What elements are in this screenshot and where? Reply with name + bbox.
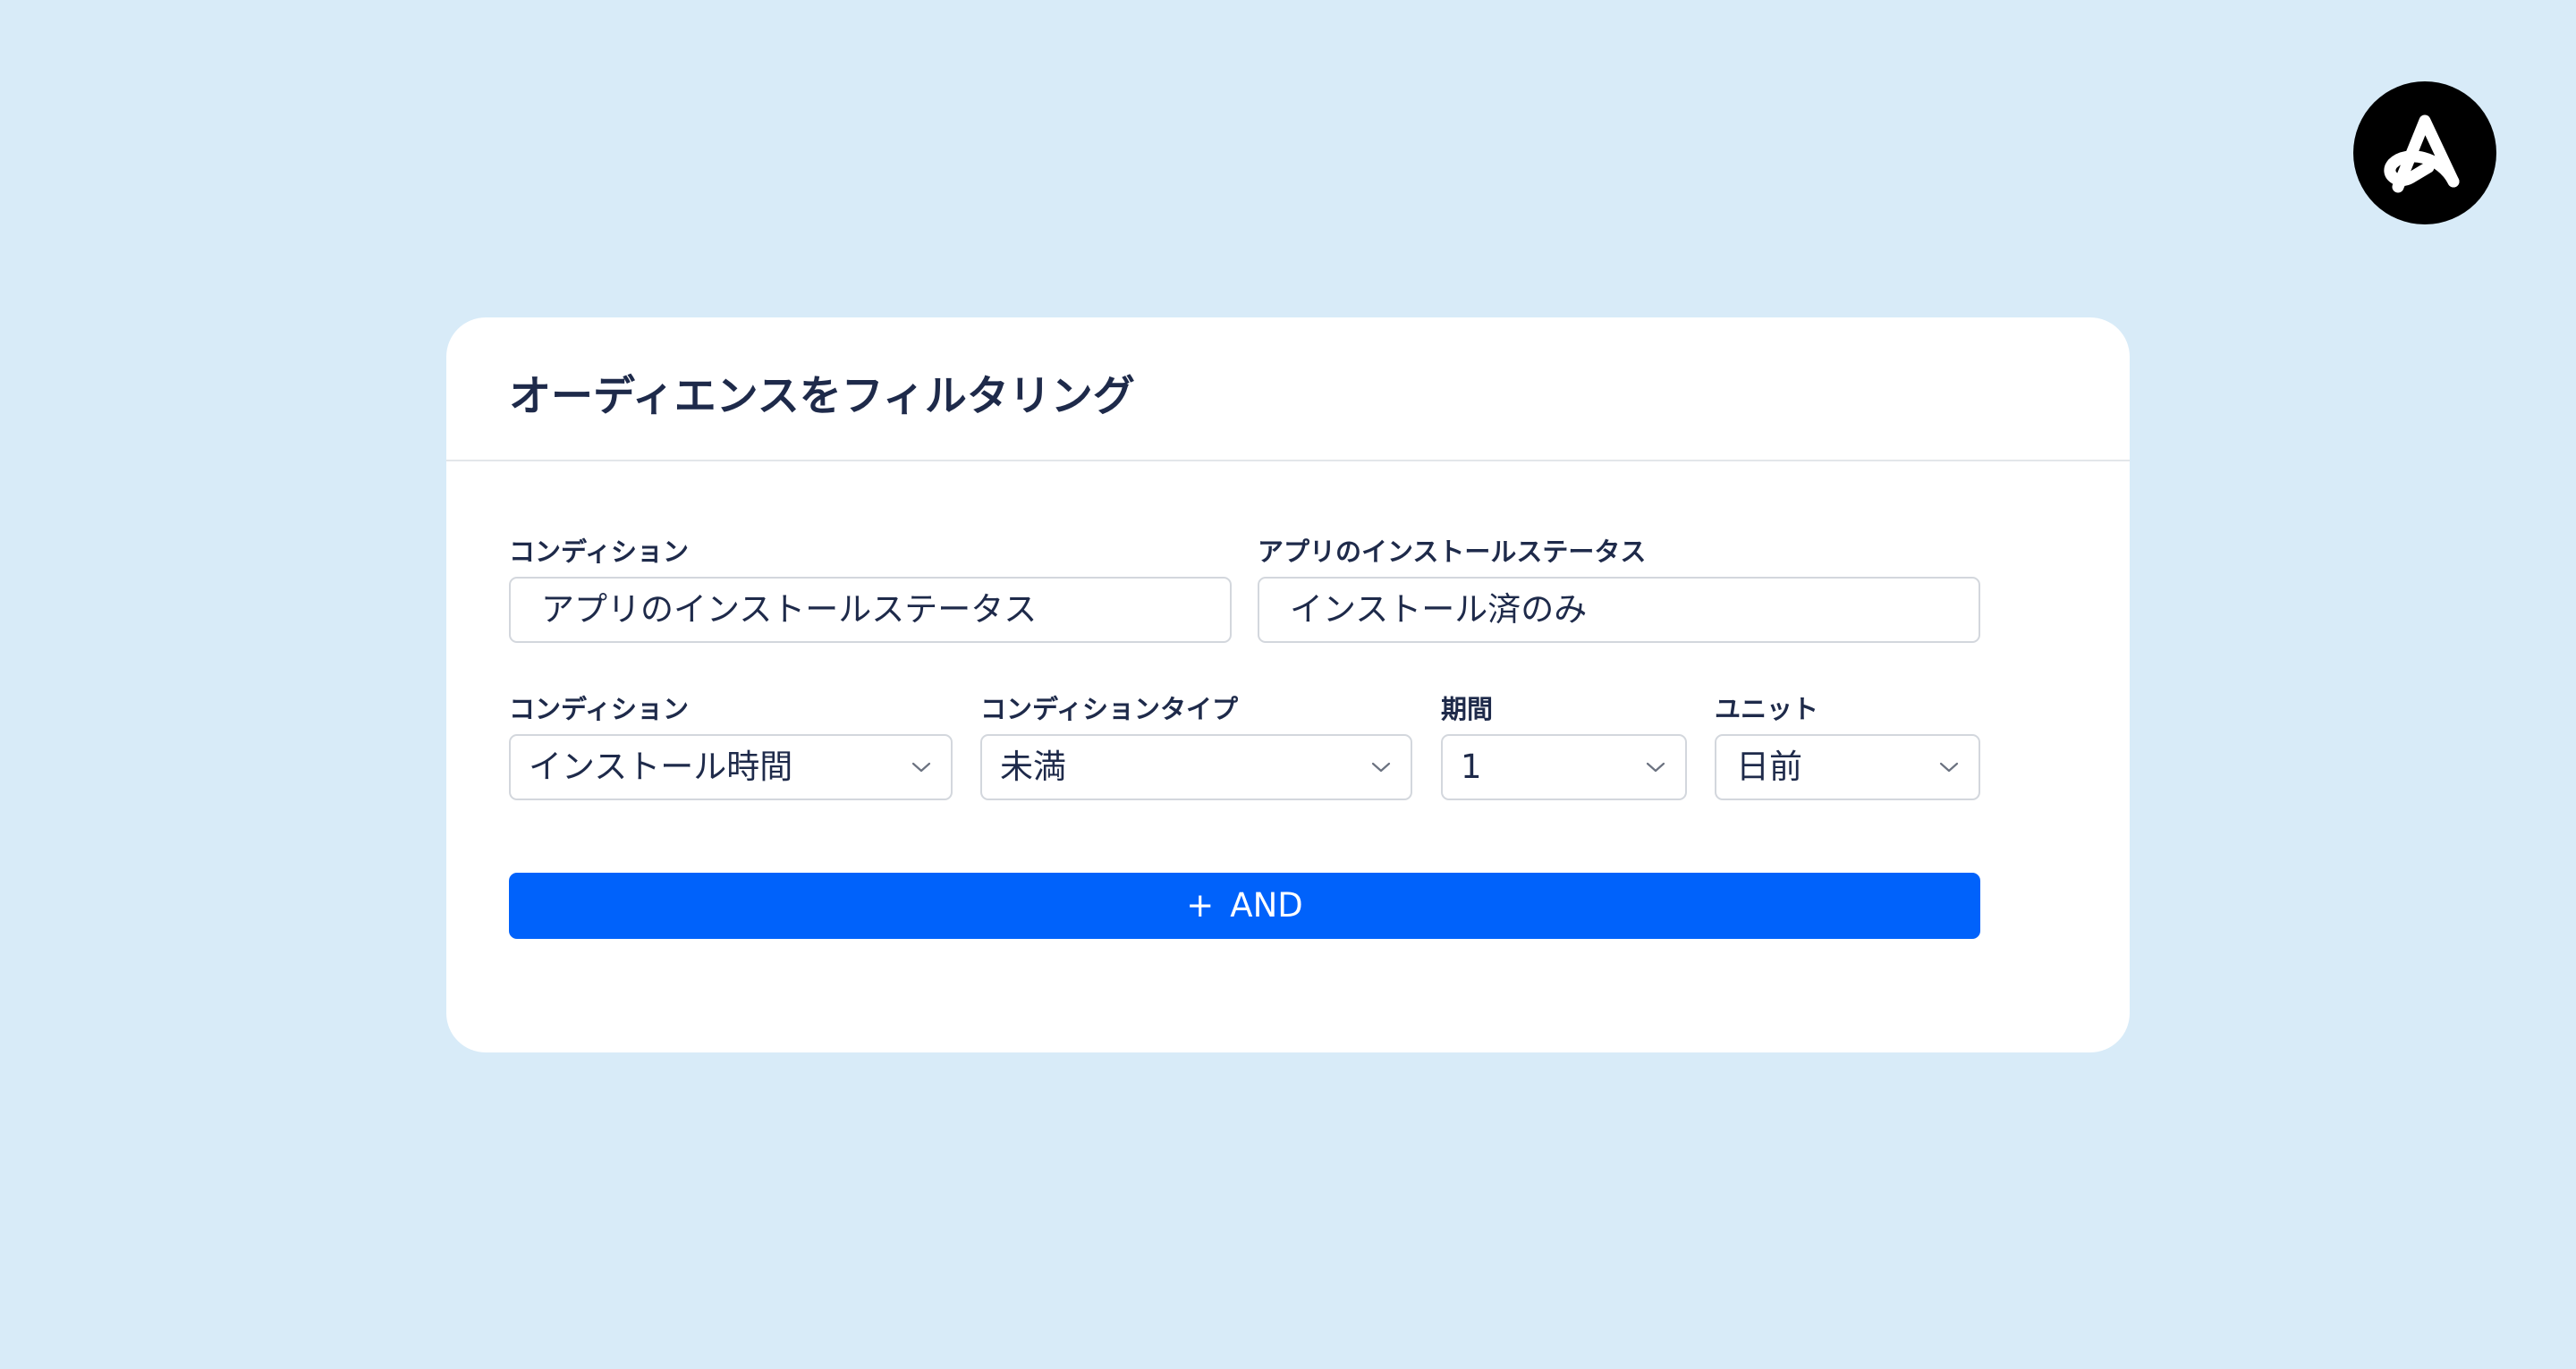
card-title: オーディエンスをフィルタリング xyxy=(509,372,1135,421)
install-status-value: インストール済のみ xyxy=(1290,590,1588,629)
unit-select[interactable]: 日前 xyxy=(1715,734,1980,800)
condition-value: アプリのインストールステータス xyxy=(541,590,1038,629)
adjust-logo-icon xyxy=(2353,81,2496,224)
install-status-field[interactable]: インストール済のみ xyxy=(1258,577,1980,643)
chevron-down-icon xyxy=(1646,759,1665,775)
condition-select[interactable]: インストール時間 xyxy=(509,734,953,800)
unit-value: 日前 xyxy=(1736,748,1802,786)
condition-type-value: 未満 xyxy=(1000,748,1066,786)
filter-audience-card: オーディエンスをフィルタリング コンディション アプリのインストールステータス … xyxy=(446,317,2130,1052)
condition-label: コンディション xyxy=(509,537,689,567)
period-select[interactable]: 1 xyxy=(1441,734,1687,800)
period-value: 1 xyxy=(1461,748,1482,786)
condition-type-label: コンディションタイプ xyxy=(980,694,1238,724)
plus-icon: + xyxy=(1186,886,1215,925)
condition-type-select[interactable]: 未満 xyxy=(980,734,1412,800)
install-status-label: アプリのインストールステータス xyxy=(1258,537,1647,567)
chevron-down-icon xyxy=(1371,759,1391,775)
add-and-condition-button[interactable]: + AND xyxy=(509,873,1980,939)
chevron-down-icon xyxy=(911,759,931,775)
chevron-down-icon xyxy=(1939,759,1959,775)
and-button-label: AND xyxy=(1230,886,1303,925)
condition-select-value: インストール時間 xyxy=(529,748,793,786)
header-divider xyxy=(446,460,2130,461)
condition-field[interactable]: アプリのインストールステータス xyxy=(509,577,1232,643)
unit-label: ユニット xyxy=(1715,694,1819,724)
condition-select-label: コンディション xyxy=(509,694,689,724)
period-label: 期間 xyxy=(1441,694,1494,724)
